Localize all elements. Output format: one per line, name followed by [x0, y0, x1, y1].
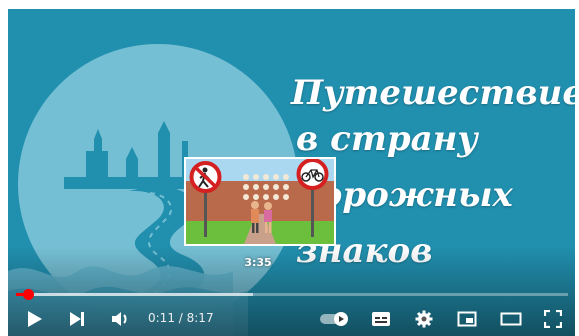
volume-icon	[112, 311, 127, 326]
time-display: 0:11 / 8:17	[148, 301, 214, 336]
volume-button[interactable]	[108, 301, 134, 336]
video-player[interactable]: Путешествие в страну дорожных знаков	[8, 9, 575, 336]
theater-mode-button[interactable]	[498, 301, 524, 336]
next-icon	[70, 311, 84, 326]
seek-preview-time: 3:35	[244, 256, 272, 269]
seek-preview-thumbnail	[184, 157, 336, 246]
miniplayer-icon	[457, 311, 477, 326]
subtitles-icon	[372, 311, 390, 326]
autoplay-toggle[interactable]	[317, 301, 353, 336]
time-separator: /	[174, 311, 187, 325]
settings-button[interactable]	[411, 301, 437, 336]
player-controls: 0:11 / 8:17	[8, 301, 575, 336]
progress-bar[interactable]	[16, 289, 568, 300]
play-button[interactable]	[22, 301, 48, 336]
autoplay-toggle-icon	[320, 311, 348, 326]
progress-buffered	[16, 293, 254, 296]
play-icon	[28, 310, 42, 327]
next-button[interactable]	[64, 301, 90, 336]
page: Путешествие в страну дорожных знаков	[0, 0, 579, 336]
current-time: 0:11	[148, 311, 175, 325]
fullscreen-button[interactable]	[540, 301, 566, 336]
theater-mode-icon	[500, 312, 522, 325]
video-title-line-1: Путешествие	[291, 73, 575, 113]
subtitles-button[interactable]	[368, 301, 394, 336]
duration: 8:17	[186, 311, 214, 325]
fullscreen-icon	[544, 309, 562, 328]
preview-image	[186, 159, 334, 244]
video-title-line-2: в страну	[296, 119, 478, 159]
gear-icon	[415, 310, 433, 327]
miniplayer-button[interactable]	[454, 301, 480, 336]
